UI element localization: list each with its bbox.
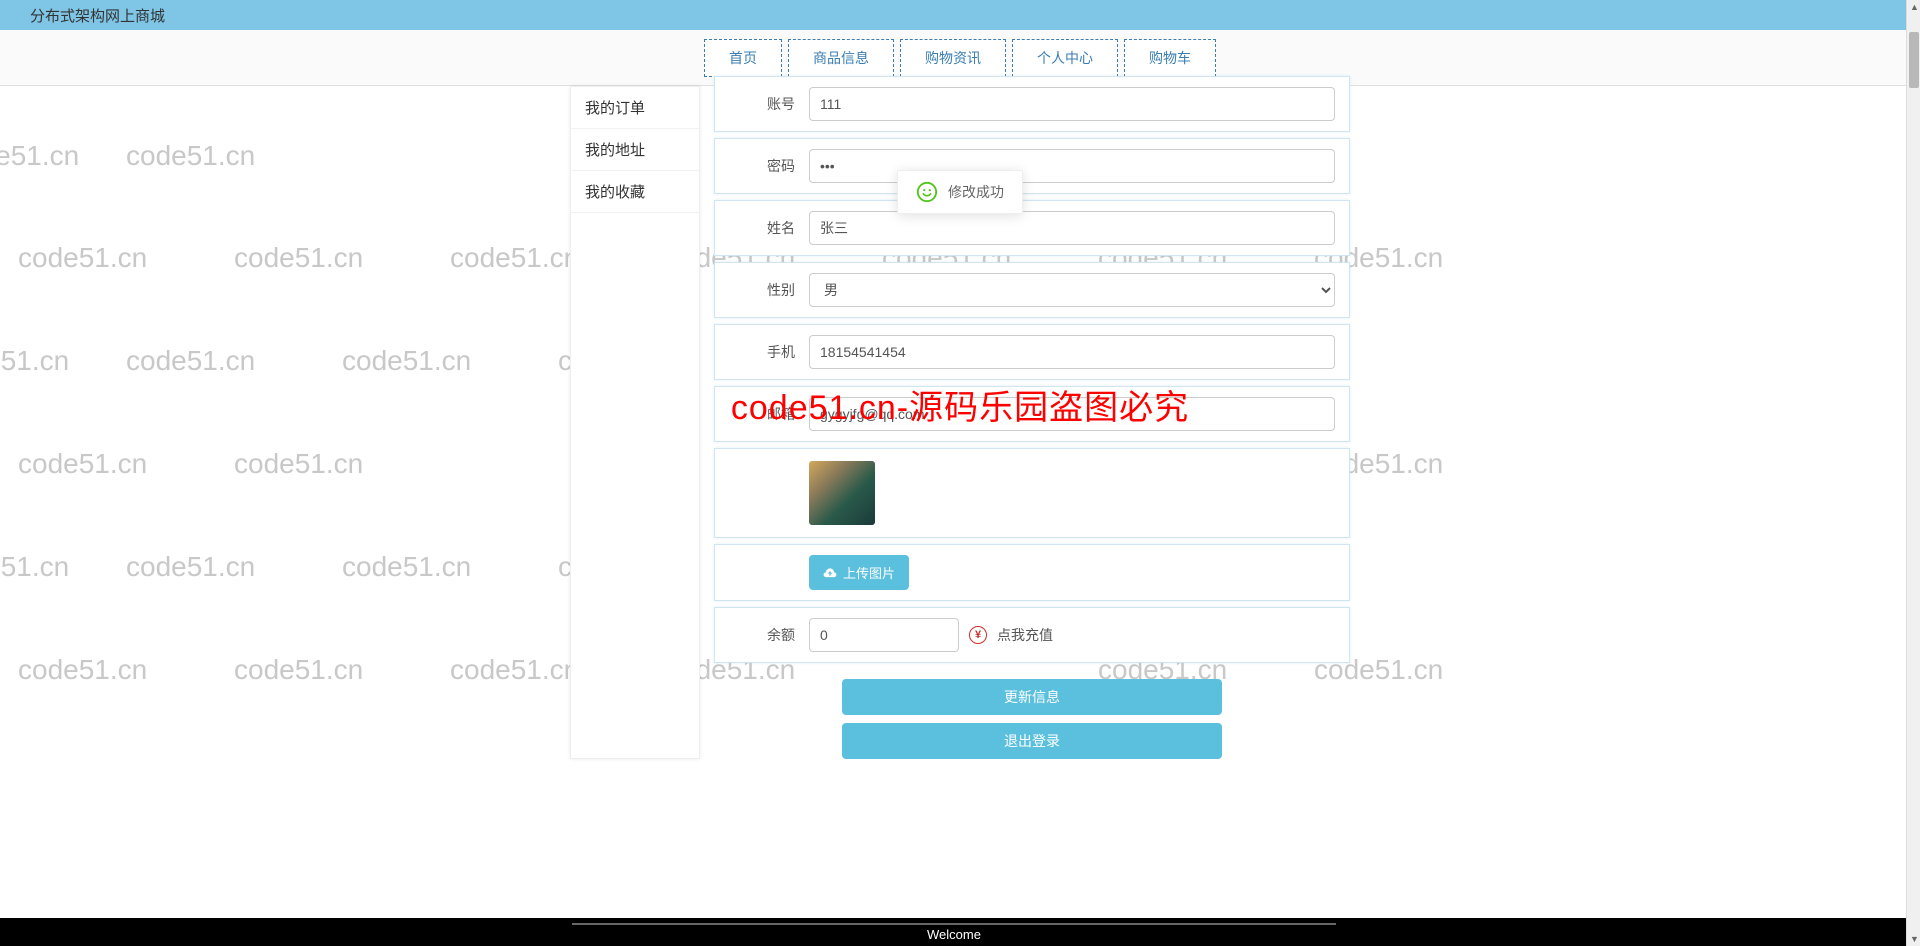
nav-tab-news[interactable]: 购物资讯 (900, 39, 1006, 77)
scroll-down-icon[interactable]: ▼ (1910, 934, 1919, 944)
balance-label: 余额 (729, 625, 809, 645)
sidebar-item-orders[interactable]: 我的订单 (571, 87, 699, 129)
scroll-up-icon[interactable]: ▲ (1910, 2, 1919, 12)
password-label: 密码 (729, 156, 809, 176)
update-button[interactable]: 更新信息 (842, 679, 1222, 715)
account-label: 账号 (729, 94, 809, 114)
scrollbar-thumb[interactable] (1909, 32, 1919, 88)
balance-input[interactable] (809, 618, 959, 652)
nav-tab-products[interactable]: 商品信息 (788, 39, 894, 77)
site-title: 分布式架构网上商城 (30, 5, 165, 26)
gender-select[interactable]: 男 (809, 273, 1335, 307)
footer-text: Welcome (572, 923, 1335, 942)
email-label: 邮箱 (729, 404, 809, 424)
top-bar: 分布式架构网上商城 (0, 0, 1920, 30)
nav-tab-home[interactable]: 首页 (704, 39, 782, 77)
logout-button[interactable]: 退出登录 (842, 723, 1222, 759)
name-label: 姓名 (729, 218, 809, 238)
upload-label: 上传图片 (843, 563, 895, 582)
avatar-image (809, 461, 875, 525)
cloud-upload-icon (823, 566, 837, 580)
email-input[interactable] (809, 397, 1335, 431)
nav-tab-profile[interactable]: 个人中心 (1012, 39, 1118, 77)
sidebar-item-favorites[interactable]: 我的收藏 (571, 171, 699, 213)
upload-button[interactable]: 上传图片 (809, 555, 909, 590)
scrollbar[interactable]: ▲ ▼ (1906, 0, 1920, 946)
profile-form: 账号 密码 姓名 性别 男 手机 (714, 86, 1350, 759)
yen-icon: ¥ (969, 626, 987, 644)
name-input[interactable] (809, 211, 1335, 245)
sidebar: 我的订单 我的地址 我的收藏 (570, 86, 700, 759)
sidebar-item-address[interactable]: 我的地址 (571, 129, 699, 171)
nav-tab-cart[interactable]: 购物车 (1124, 39, 1216, 77)
check-circle-icon (916, 181, 938, 203)
phone-input[interactable] (809, 335, 1335, 369)
toast-message: 修改成功 (948, 182, 1004, 202)
password-input[interactable] (809, 149, 1335, 183)
phone-label: 手机 (729, 342, 809, 362)
footer: Welcome (0, 918, 1908, 946)
account-input[interactable] (809, 87, 1335, 121)
success-toast: 修改成功 (897, 170, 1023, 214)
gender-label: 性别 (729, 280, 809, 300)
recharge-link[interactable]: 点我充值 (997, 625, 1053, 645)
